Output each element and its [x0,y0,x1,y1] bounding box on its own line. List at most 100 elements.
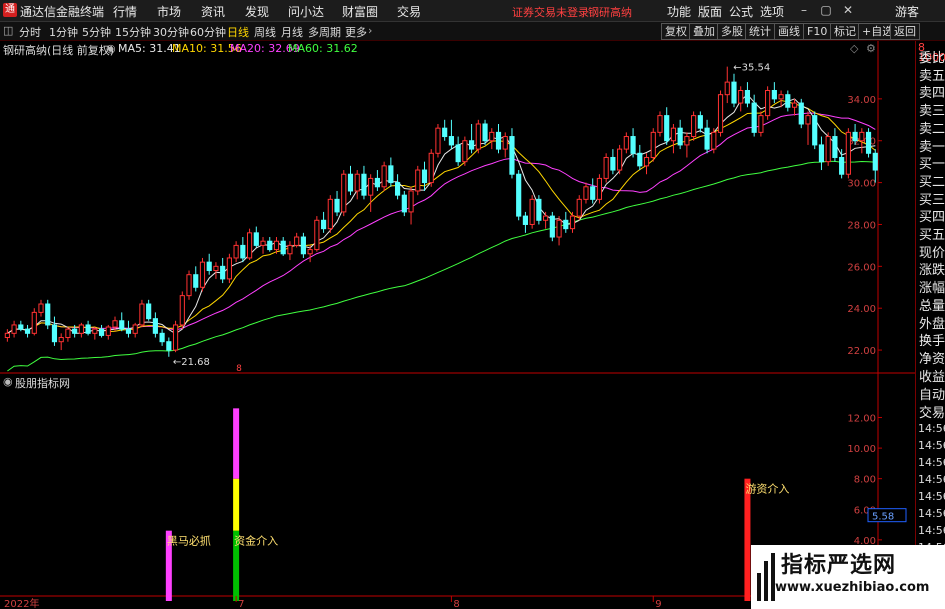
panel-item-17[interactable]: 净资 [919,348,945,367]
candle-body [334,198,340,213]
menu-layout[interactable]: 版面 [698,3,722,20]
overlay-button[interactable]: 叠加 [689,23,719,40]
candle-body [489,131,495,142]
candle-body [98,328,105,336]
back-button[interactable]: 返回 [890,23,920,40]
menu-trade[interactable]: 交易 [397,3,421,20]
maximize-icon[interactable]: ▢ [818,2,834,18]
adjust-button[interactable]: 复权 [661,23,691,40]
tf-5min[interactable]: 5分钟 [82,24,111,40]
gear-icon[interactable]: ⚙ [866,42,876,55]
multi-stock-button[interactable]: 多股 [717,23,747,40]
panel-item-1[interactable]: 卖五 [919,65,945,84]
panel-item-11[interactable]: 现价 [919,242,945,261]
tf-more[interactable]: 更多 [345,24,367,40]
candle-body [260,240,266,246]
panel-item-8[interactable]: 买三 [919,189,945,208]
panel-item-0[interactable]: 委比 [919,47,945,66]
time-tick-label: 2022年 [4,597,39,609]
panel-item-2[interactable]: 卖四 [919,82,945,101]
tf-daily[interactable]: 日线 [227,24,249,40]
candle-body [125,328,132,334]
panel-item-4[interactable]: 卖二 [919,118,945,137]
f10-button[interactable]: F10 [803,23,832,40]
indicator-settings-icon[interactable]: ◉ [3,375,13,388]
candle-body [4,332,10,339]
quote-side-panel: 8 1000 委比 卖五 卖四 卖三 卖二 卖一 买一 买二 买三 买四 买五 现价 涨跌 涨幅 总量 外盘 换手净… [915,41,945,609]
menu-quotes[interactable]: 行情 [113,3,137,20]
draw-line-button[interactable]: 画线 [774,23,804,40]
candle-body [253,232,259,246]
signal-bar [744,478,751,601]
candle-body [85,324,91,334]
kline-chart[interactable]: 34.0032.0030.0028.0026.0024.0022.00←35.5… [0,41,915,609]
panel-item-12[interactable]: 涨跌 [919,259,945,278]
candle-body [220,265,226,280]
close-icon[interactable]: ✕ [840,2,856,18]
indicator-current-value: 5.58 [872,512,894,523]
candle-body [536,198,542,221]
time-tick-label: 9 [655,599,661,609]
panel-item-6[interactable]: 买一 [919,153,945,172]
candle-body [771,89,777,100]
menu-options[interactable]: 选项 [760,3,784,20]
menu-news[interactable]: 资讯 [201,3,225,20]
menu-market[interactable]: 市场 [157,3,181,20]
statistics-button[interactable]: 统计 [745,23,775,40]
tf-15min[interactable]: 15分钟 [115,24,151,40]
panel-item-14[interactable]: 总量 [919,295,945,314]
minimize-icon[interactable]: – [796,2,812,18]
panel-time-0[interactable]: 14:56 [918,422,945,435]
panel-item-7[interactable]: 买二 [919,171,945,190]
candle-body [462,140,468,163]
menu-functions[interactable]: 功能 [667,3,691,20]
menu-wenxiaoda[interactable]: 问小达 [288,3,324,20]
tf-intraday[interactable]: 分时 [19,24,41,40]
panel-time-3[interactable]: 14:56 [918,473,945,486]
menu-formula[interactable]: 公式 [729,3,753,20]
candle-body [724,81,730,96]
panel-trade-button[interactable]: 交易 [919,402,945,421]
price-tick-label: 34.00 [847,95,876,106]
diamond-icon[interactable]: ◇ [850,42,858,55]
indicator-tick-label: 8.00 [854,475,876,486]
collapse-icon[interactable]: ◫ [3,24,13,37]
candle-body [643,156,650,167]
tf-60min[interactable]: 60分钟 [190,24,226,40]
panel-time-4[interactable]: 14:56 [918,490,945,503]
login-status[interactable]: 证券交易未登录 [512,4,589,20]
candle-body [92,328,98,334]
panel-item-16[interactable]: 换手 [919,330,945,349]
panel-time-2[interactable]: 14:56 [918,456,945,469]
mark-button[interactable]: 标记 [830,23,860,40]
panel-item-18[interactable]: 收益 [919,366,945,385]
candle-body [812,115,818,146]
panel-item-13[interactable]: 涨幅 [919,277,945,296]
panel-time-1[interactable]: 14:56 [918,439,945,452]
panel-item-9[interactable]: 买四 [919,206,945,225]
settings-icon[interactable]: ◉ [106,42,116,55]
candle-body [529,198,535,225]
tf-weekly[interactable]: 周线 [254,24,276,40]
panel-item-3[interactable]: 卖三 [919,100,945,119]
panel-time-6[interactable]: 14:56 [918,524,945,537]
menu-discover[interactable]: 发现 [245,3,269,20]
tf-1min[interactable]: 1分钟 [49,24,78,40]
ma60-line [7,160,876,372]
menu-guest[interactable]: 游客 [895,3,919,20]
panel-item-5[interactable]: 卖一 [919,136,945,155]
panel-time-5[interactable]: 14:56 [918,507,945,520]
candle-body [522,215,529,225]
more-chevron-icon[interactable]: › [368,24,372,37]
price-tick-label: 24.00 [847,304,876,315]
panel-item-15[interactable]: 外盘 [919,313,945,332]
indicator-tick-label: 10.00 [847,444,876,455]
candle-body [320,219,327,230]
panel-item-10[interactable]: 买五 [919,224,945,243]
tf-30min[interactable]: 30分钟 [153,24,189,40]
signal-label-hot_money: 游资介入 [745,483,789,496]
menu-wealth-circle[interactable]: 财富圈 [342,3,378,20]
tf-monthly[interactable]: 月线 [281,24,303,40]
panel-auto-button[interactable]: 自动 [919,384,945,403]
tf-multi[interactable]: 多周期 [308,24,341,40]
